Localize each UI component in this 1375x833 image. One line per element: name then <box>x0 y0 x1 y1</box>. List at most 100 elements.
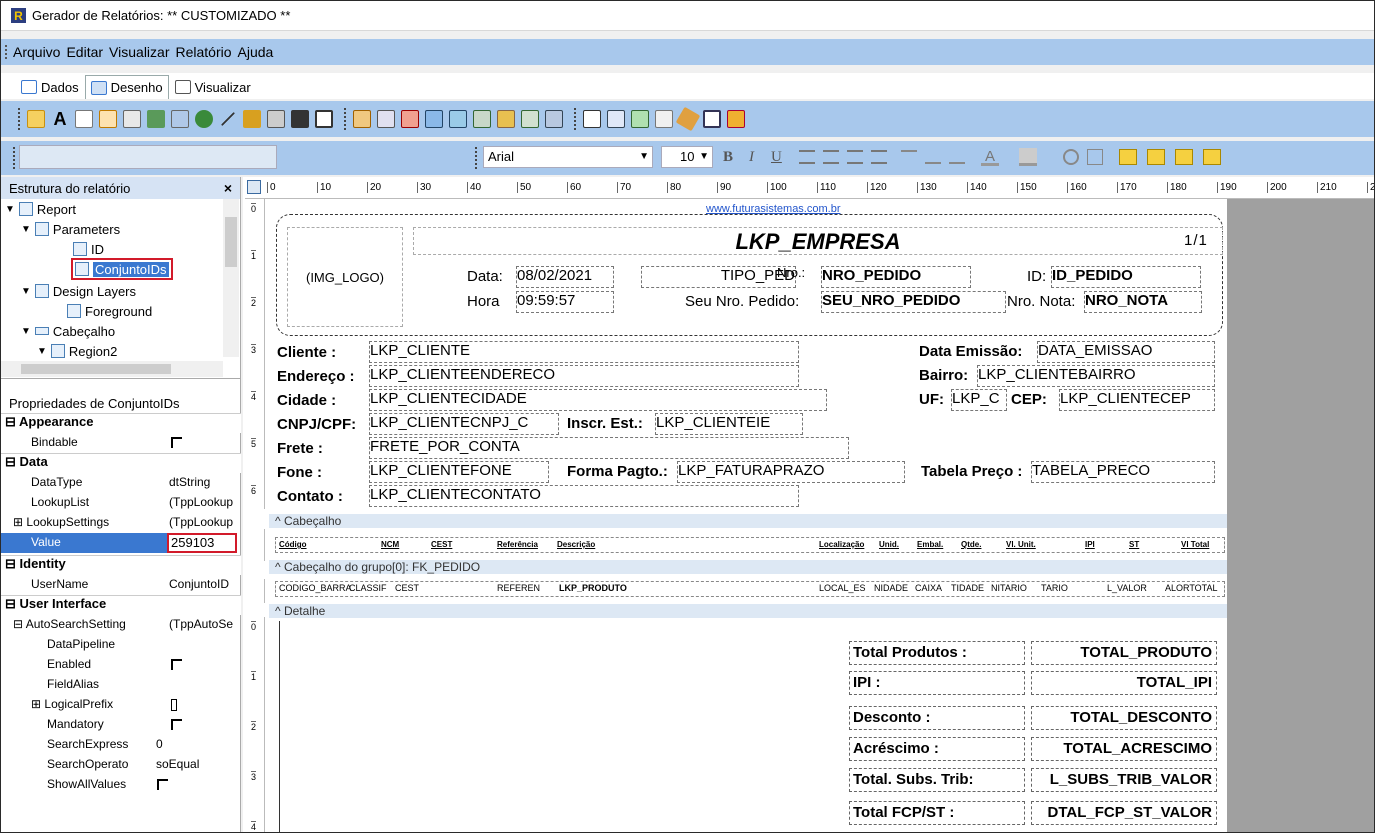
tree-hscrollbar[interactable] <box>1 361 223 377</box>
menu-visualizar[interactable]: Visualizar <box>109 44 169 60</box>
column-header-cell[interactable]: CEST <box>431 540 452 549</box>
underline-icon[interactable]: U <box>771 149 782 166</box>
frete-field[interactable]: FRETE_POR_CONTA <box>369 437 849 459</box>
menu-relatorio[interactable]: Relatório <box>175 44 231 60</box>
grid-tool-icon[interactable] <box>703 110 721 128</box>
ungroup-icon[interactable] <box>1203 149 1221 165</box>
ruler-corner-icon[interactable] <box>247 180 261 194</box>
prop-lookupsettings[interactable]: ⊞ LookupSettings (TppLookup <box>1 513 241 533</box>
tabela-label[interactable]: Tabela Preço : <box>921 463 1022 481</box>
tree-item-cabecalho[interactable]: ▼ Cabeçalho <box>21 321 115 341</box>
prop-datapipeline[interactable]: DataPipeline <box>1 635 241 655</box>
fone-field[interactable]: LKP_CLIENTEFONE <box>369 461 549 483</box>
tree-item-id[interactable]: ID <box>73 239 104 259</box>
total-label[interactable]: Total Produtos : <box>849 641 1025 665</box>
cliente-label[interactable]: Cliente : <box>277 344 336 362</box>
bring-front-icon[interactable] <box>1119 149 1137 165</box>
crosstab-tool-icon[interactable] <box>675 106 701 132</box>
pagto-label[interactable]: Forma Pagto.: <box>567 463 668 481</box>
column-header-cell[interactable]: Descrição <box>557 540 595 549</box>
prop-logicalprefix[interactable]: ⊞ LogicalPrefix <box>1 695 241 715</box>
contato-label[interactable]: Contato : <box>277 488 343 506</box>
group-field-cell[interactable]: NITARIO <box>991 583 1027 593</box>
menu-arquivo[interactable]: Arquivo <box>13 44 60 60</box>
prop-value-2[interactable]: (TppLookup <box>169 495 239 509</box>
column-header-cell[interactable]: Referência <box>497 540 538 549</box>
frete-label[interactable]: Frete : <box>277 440 323 458</box>
paint-tool-icon[interactable] <box>655 110 673 128</box>
align-left-icon[interactable] <box>799 150 815 164</box>
tee-tool-icon[interactable] <box>727 110 745 128</box>
total-label[interactable]: Desconto : <box>849 706 1025 730</box>
prop-lookuplist[interactable]: LookupList (TppLookup <box>1 493 241 513</box>
total-label[interactable]: IPI : <box>849 671 1025 695</box>
page-number[interactable]: 1/1 <box>1184 232 1208 250</box>
tree-item-report[interactable]: ▼ Report <box>5 199 76 219</box>
cidade-label[interactable]: Cidade : <box>277 392 336 410</box>
endereco-field[interactable]: LKP_CLIENTEENDERECO <box>369 365 799 387</box>
seu-nro-field[interactable]: SEU_NRO_PEDIDO <box>821 291 1006 313</box>
prop-enabled[interactable]: Enabled <box>1 655 241 675</box>
group-field-cell[interactable]: NIDADE <box>874 583 908 593</box>
uf-field[interactable]: LKP_C <box>951 389 1007 411</box>
group-field-cell[interactable]: TARIO <box>1041 583 1068 593</box>
total-value-field[interactable]: DTAL_FCP_ST_VALOR <box>1031 801 1217 825</box>
align-right-icon[interactable] <box>847 150 863 164</box>
column-header-cell[interactable]: Vl. Unit. <box>1006 540 1036 549</box>
expand-icon-3[interactable]: ▼ <box>21 286 31 297</box>
chevron-down-icon-2[interactable]: ▼ <box>699 147 709 167</box>
align-center-icon[interactable] <box>823 150 839 164</box>
prop-value-5[interactable]: (TppAutoSe <box>169 617 239 631</box>
total-value-field[interactable]: TOTAL_DESCONTO <box>1031 706 1217 730</box>
menu-ajuda[interactable]: Ajuda <box>238 44 274 60</box>
column-header-cell[interactable]: Código <box>279 540 307 549</box>
chart-tool-icon[interactable] <box>243 110 261 128</box>
label-tool-icon[interactable]: A <box>51 110 69 128</box>
font-size-combo[interactable]: 10 ▼ <box>661 146 713 168</box>
pagebreak-tool-icon[interactable] <box>631 110 649 128</box>
prop-searchexpress[interactable]: SearchExpress 0 <box>1 735 241 755</box>
emissao-label[interactable]: Data Emissão: <box>919 343 1022 361</box>
total-label[interactable]: Acréscimo : <box>849 737 1025 761</box>
system-var-icon[interactable] <box>123 110 141 128</box>
category-ui[interactable]: ⊟ User Interface <box>1 595 241 615</box>
endereco-label[interactable]: Endereço : <box>277 368 355 386</box>
toolbar-grip-2[interactable] <box>13 147 17 169</box>
category-identity[interactable]: ⊟ Identity <box>1 555 241 575</box>
column-header-row[interactable] <box>275 537 1225 553</box>
column-header-cell[interactable]: Embal. <box>917 540 943 549</box>
seu-nro-label[interactable]: Seu Nro. Pedido: <box>685 293 799 311</box>
checkbox-unchecked-icon-2[interactable] <box>157 779 168 790</box>
group-field-cell[interactable]: L_VALOR <box>1107 583 1147 593</box>
toolbar-grip[interactable] <box>18 108 22 130</box>
grip-handle[interactable] <box>5 45 9 59</box>
tree-item-foreground[interactable]: Foreground <box>67 301 152 321</box>
fone-label[interactable]: Fone : <box>277 464 322 482</box>
richtext-tool-icon[interactable] <box>99 110 117 128</box>
cidade-field[interactable]: LKP_CLIENTECIDADE <box>369 389 827 411</box>
id-pedido-field[interactable]: ID_PEDIDO <box>1051 266 1201 288</box>
barcode-tool-icon[interactable] <box>267 110 285 128</box>
band-detalhe[interactable]: ^ Detalhe <box>269 604 1227 618</box>
dbcheckbox-tool-icon[interactable] <box>521 110 539 128</box>
group-field-cell[interactable]: ALORTOTAL <box>1165 583 1218 593</box>
dbcalc-tool-icon[interactable] <box>425 110 443 128</box>
expand-icon-2[interactable]: ▼ <box>21 224 31 235</box>
category-data[interactable]: ⊟ Data <box>1 453 241 473</box>
column-header-cell[interactable]: Vl Total <box>1181 540 1209 549</box>
value-input[interactable]: 259103 <box>167 533 237 553</box>
column-header-cell[interactable]: Qtde. <box>961 540 981 549</box>
tab-desenho[interactable]: Desenho <box>84 75 169 99</box>
send-back-icon[interactable] <box>1147 149 1165 165</box>
expand-icon-4[interactable]: ▼ <box>21 326 31 337</box>
column-header-cell[interactable]: IPI <box>1085 540 1095 549</box>
bairro-label[interactable]: Bairro: <box>919 367 968 385</box>
cliente-field[interactable]: LKP_CLIENTE <box>369 341 799 363</box>
prop-mandatory[interactable]: Mandatory <box>1 715 241 735</box>
dbrichtext-tool-icon[interactable] <box>401 110 419 128</box>
bairro-field[interactable]: LKP_CLIENTEBAIRRO <box>977 365 1215 387</box>
empty-box-icon[interactable] <box>171 699 177 711</box>
prop-autosearch[interactable]: ⊟ AutoSearchSetting (TppAutoSe <box>1 615 241 635</box>
nro-pedido-field[interactable]: NRO_PEDIDO <box>821 266 971 288</box>
valign-bottom-icon[interactable] <box>949 150 965 164</box>
